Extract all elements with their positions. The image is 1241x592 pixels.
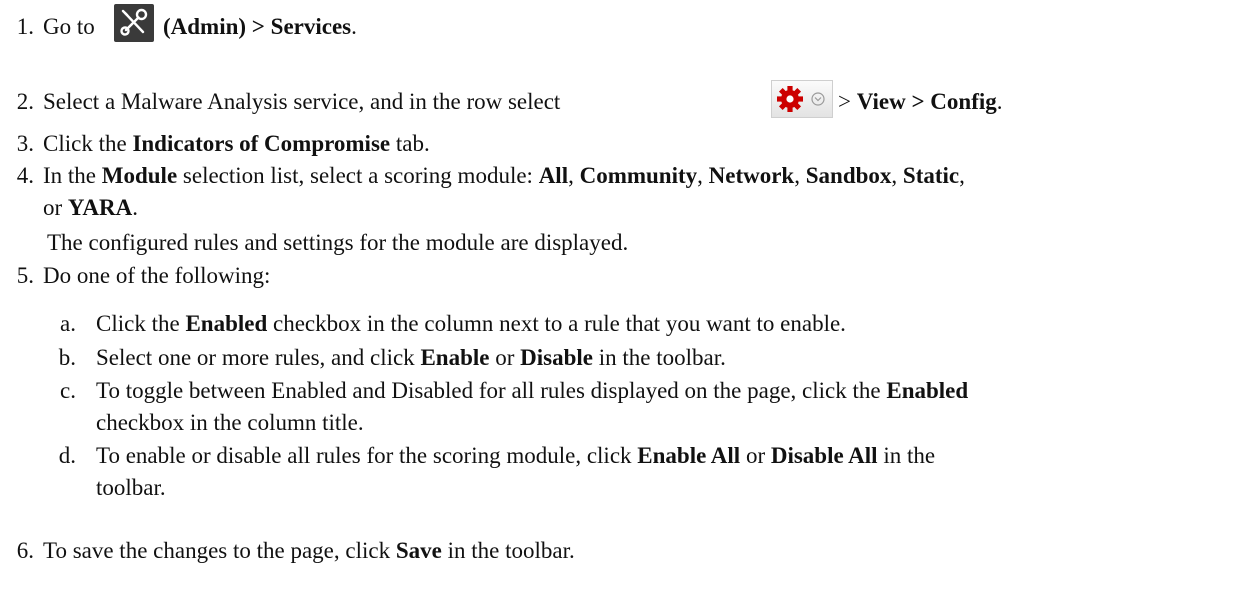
admin-tools-icon [114, 4, 154, 42]
step-number: 2. [16, 89, 34, 114]
step-text-bold: (Admin) > Services. [163, 14, 357, 39]
step-text: Go to [43, 14, 95, 39]
step-number: 4. [16, 163, 34, 188]
row-actions-button [771, 80, 833, 118]
step-result-note: The configured rules and settings for th… [47, 230, 629, 255]
substep-text: To toggle between Enabled and Disabled f… [96, 378, 969, 403]
chevron-down-icon [811, 92, 825, 106]
step-text: or YARA. [43, 195, 138, 220]
substep-text: checkbox in the column title. [96, 410, 364, 435]
step-text-bold: > View > Config. [838, 89, 1003, 114]
substep-text: Click the Enabled checkbox in the column… [96, 311, 846, 336]
substep-text: To enable or disable all rules for the s… [96, 443, 936, 468]
substep-letter: a. [60, 311, 76, 336]
step-number: 5. [16, 263, 34, 288]
step-text: In the Module selection list, select a s… [43, 163, 965, 188]
step-text: Click the Indicators of Compromise tab. [43, 131, 430, 156]
step-number: 3. [16, 131, 34, 156]
substep-letter: c. [60, 378, 76, 403]
substep-letter: b. [58, 345, 76, 370]
step-text: Do one of the following: [43, 263, 271, 288]
gear-icon [777, 86, 803, 112]
step-number: 1. [16, 14, 34, 39]
substep-letter: d. [58, 443, 76, 468]
step-number: 6. [16, 538, 34, 563]
step-text: To save the changes to the page, click S… [43, 538, 575, 563]
step-text: Select a Malware Analysis service, and i… [43, 89, 561, 114]
substep-text: Select one or more rules, and click Enab… [96, 345, 726, 370]
substep-text: toolbar. [96, 475, 166, 500]
